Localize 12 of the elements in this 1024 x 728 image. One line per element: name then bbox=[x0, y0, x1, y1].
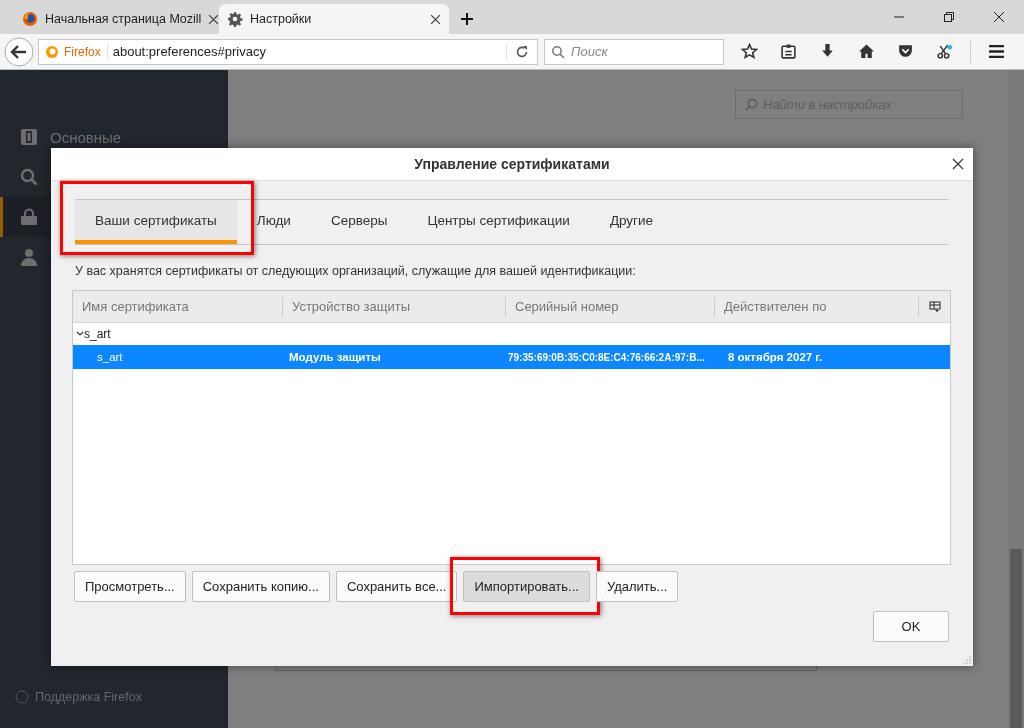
group-name: s_art bbox=[84, 327, 111, 341]
dialog-title: Управление сертификатами bbox=[414, 156, 610, 172]
url-text: about:preferences#privacy bbox=[112, 44, 266, 59]
table-cell-text: Модуль защиты bbox=[288, 351, 382, 363]
tab-title: Настройки bbox=[250, 12, 313, 26]
table-cell-text: s_art bbox=[96, 351, 124, 363]
sidebar-label: Основные bbox=[50, 128, 122, 146]
table-cell-text: 79:35:69:0B:35:C0:8E:C4:76:66:2A:97:B... bbox=[507, 351, 706, 363]
table-cell-text: 8 октября 2027 г. bbox=[727, 351, 824, 363]
tab-title: Начальная страница Mozill bbox=[45, 12, 202, 26]
identity-label: Firefox bbox=[64, 44, 108, 59]
description-text: У вас хранятся сертификаты от следующих организаций, служащие для вашей идентификации: bbox=[75, 264, 637, 278]
